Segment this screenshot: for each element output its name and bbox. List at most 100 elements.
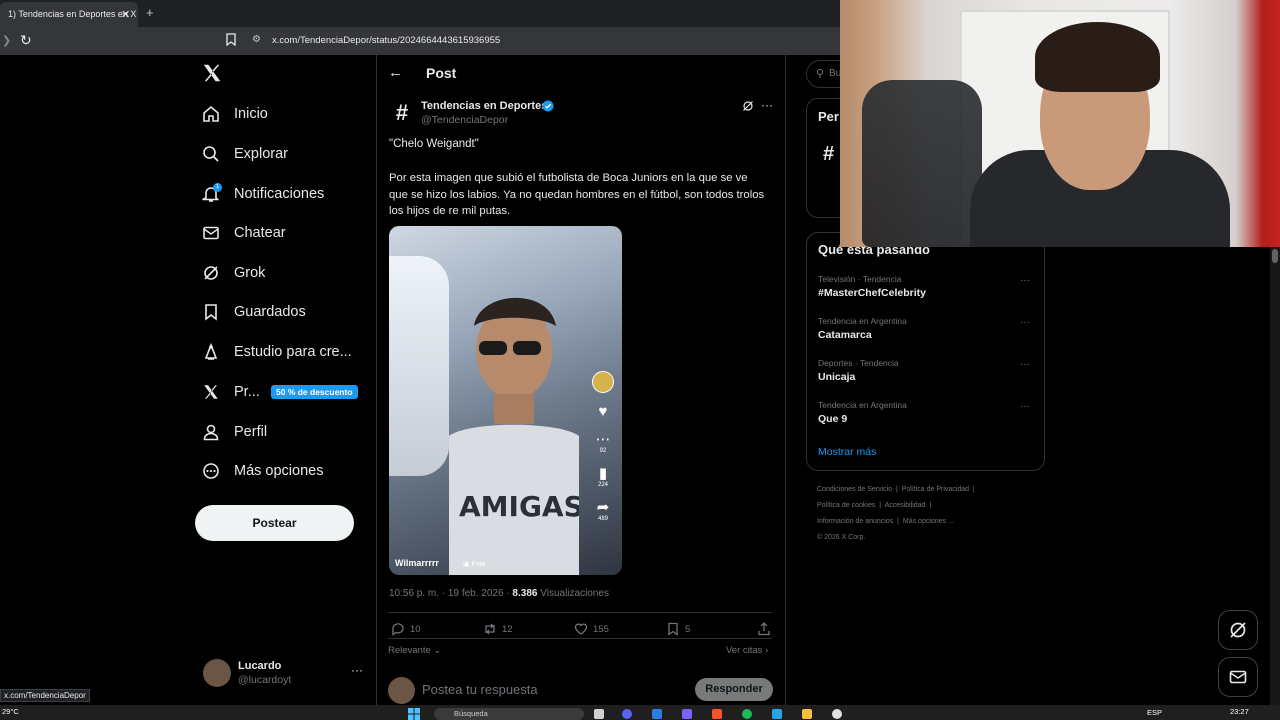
trend-more-icon[interactable]: ··· [1020,275,1030,286]
like-button[interactable]: 155 [574,622,609,636]
account-name[interactable]: Tendencias en Deportes [421,100,547,112]
footer-link[interactable]: Política de cookies [817,502,875,509]
sidebar-item-explorar[interactable]: Explorar [200,139,288,169]
trend-item[interactable]: Tendencia en Argentina Catamarca [818,316,907,341]
taskbar-search[interactable]: Búsqueda [434,708,584,720]
media-username: Wilmarrrrr [395,558,439,568]
back-arrow-icon[interactable]: ← [388,64,403,81]
new-tab-button[interactable]: + [146,5,154,20]
media-overlay-actions: ♥ ⋯ 92 ▮ 224 ➦ 489 [592,371,616,522]
search-icon [200,143,222,165]
sidebar-item-label: Chatear [234,225,286,241]
trend-name: #MasterChefCelebrity [818,287,926,299]
comment-icon: ⋯ [595,431,611,448]
postear-button[interactable]: Postear [195,505,354,541]
relevant-people-title: Per [818,109,839,124]
like-count: 155 [593,623,609,635]
account-avatar[interactable]: # [389,100,415,126]
browser-tab[interactable]: 1) Tendencias en Deportes en X ✕ [0,2,138,27]
post-media[interactable]: AMIGAS ♥ ⋯ 92 ▮ 224 ➦ 489 Wilmarrrrr ▣ F… [389,226,622,575]
trend-item[interactable]: Tendencia en Argentina Que 9 [818,400,907,425]
bookmark-icon [668,622,678,636]
folder-icon[interactable] [802,709,812,719]
repost-button[interactable]: 12 [483,622,513,636]
windows-start-icon[interactable] [408,708,420,720]
reply-count: 10 [410,623,421,635]
sidebar-item-mas-opciones[interactable]: Más opciones [200,456,323,486]
trend-context: Tendencia en Argentina [818,316,907,326]
footer-link[interactable]: Condiciones de Servicio [817,486,892,493]
verified-badge-icon [542,100,554,112]
app-icon[interactable] [832,709,842,719]
trend-more-icon[interactable]: ··· [1020,359,1030,370]
discord-icon[interactable] [622,709,632,719]
reply-button[interactable]: 10 [391,622,421,636]
app-icon[interactable] [682,709,692,719]
spotify-icon[interactable] [742,709,752,719]
copyright: © 2026 X Corp. [817,534,866,541]
show-more-link[interactable]: Mostrar más [818,446,876,458]
trend-item[interactable]: Televisión · Tendencia #MasterChefCelebr… [818,274,926,299]
bookmark-star-icon[interactable] [226,33,236,46]
sidebar-item-inicio[interactable]: Inicio [200,99,268,129]
share-icon [758,622,770,636]
footer-link[interactable]: Más opciones ... [903,518,954,525]
account-handle[interactable]: @TendenciaDepor [421,114,508,126]
sidebar-item-label: Explorar [234,146,288,162]
trend-more-icon[interactable]: ··· [1020,317,1030,328]
clock[interactable]: 23:27 [1230,707,1249,716]
page-scrollbar[interactable] [1270,247,1280,705]
sidebar-item-premium[interactable]: Pr... [200,377,260,407]
post-quote: "Chelo Weigandt" [389,138,479,150]
premium-discount-badge[interactable]: 50 % de descuento [271,385,358,399]
views-label: Visualizaciones [540,588,609,599]
forward-icon[interactable]: ❯ [2,34,11,47]
app-icon[interactable] [652,709,662,719]
site-settings-icon[interactable]: ⚙ [252,34,261,45]
column-divider [785,55,786,705]
view-quotes-label: Ver citas [726,645,763,656]
messages-floating-button[interactable] [1218,657,1258,697]
sort-dropdown[interactable]: Relevante ⌄ [388,645,441,656]
weather-widget[interactable]: 29°C [2,707,19,716]
sidebar-item-notificaciones[interactable]: 1 Notificaciones [200,179,324,209]
grok-icon[interactable] [742,100,754,112]
footer-link[interactable]: Accesibilidad [885,502,926,509]
tab-title: 1) Tendencias en Deportes en X [8,9,137,19]
chevron-right-icon: › [765,645,769,656]
sidebar-item-label: Estudio para cre... [234,344,352,360]
reply-input[interactable]: Postea tu respuesta [422,682,538,697]
sidebar-item-chatear[interactable]: Chatear [200,218,286,248]
sidebar-item-label: Pr... [234,384,260,400]
url-input[interactable]: x.com/TendenciaDepor/status/202466444361… [272,35,500,46]
divider [388,612,772,613]
column-divider [376,55,377,705]
relevant-account-avatar[interactable]: # [823,143,834,166]
share-button[interactable] [757,622,776,636]
avatar [388,677,415,704]
sidebar-item-guardados[interactable]: Guardados [200,297,306,327]
post-time[interactable]: 10:56 p. m. · 19 feb. 2026 · [389,588,510,599]
app-icon[interactable] [594,709,604,719]
sidebar-item-perfil[interactable]: Perfil [200,417,267,447]
trend-item[interactable]: Deportes · Tendencia Unicaja [818,358,899,383]
footer-link[interactable]: Política de Privacidad [902,486,969,493]
x-logo-icon[interactable] [201,62,223,84]
app-icon[interactable] [772,709,782,719]
view-quotes-link[interactable]: Ver citas › [726,645,768,656]
language-indicator[interactable]: ESP [1147,708,1162,717]
tab-close-icon[interactable]: ✕ [121,8,130,21]
scrollbar-thumb[interactable] [1272,249,1278,263]
trend-name: Catamarca [818,329,872,341]
more-icon[interactable]: ··· [351,663,363,677]
sidebar-item-estudio[interactable]: Estudio para cre... [200,337,352,367]
bookmark-button[interactable]: 5 [666,622,690,636]
footer-link[interactable]: Información de anuncios [817,518,893,525]
post-more-icon[interactable]: ··· [761,98,773,112]
grok-floating-button[interactable] [1218,610,1258,650]
trend-more-icon[interactable]: ··· [1020,401,1030,412]
sidebar-item-grok[interactable]: Grok [200,258,265,288]
brave-icon[interactable] [712,709,722,719]
reload-icon[interactable]: ↻ [20,32,32,49]
responder-button[interactable]: Responder [695,678,773,701]
